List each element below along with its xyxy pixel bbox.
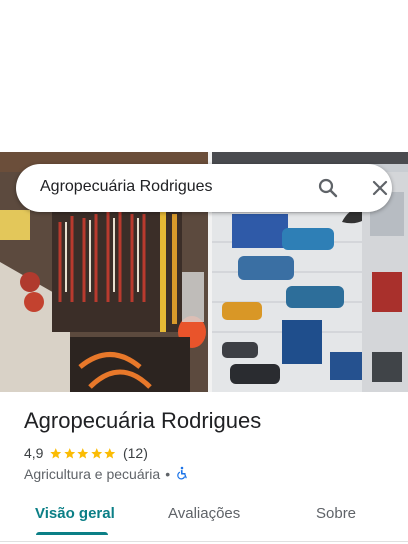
category-row: Agricultura e pecuária •: [24, 465, 189, 483]
search-icon[interactable]: [316, 176, 340, 200]
rating-row[interactable]: 4,9 (12): [24, 444, 148, 462]
star-icon: [77, 447, 89, 458]
close-icon[interactable]: [368, 176, 392, 200]
tab-overview[interactable]: Visão geral: [35, 505, 115, 522]
place-title: Agropecuária Rodrigues: [24, 408, 262, 433]
wheelchair-icon: [175, 466, 189, 483]
star-icon: [64, 447, 76, 458]
star-rating: [49, 447, 117, 460]
separator-dot: •: [165, 466, 171, 482]
active-tab-indicator: [36, 532, 108, 535]
map-blank-area: [0, 0, 408, 152]
tab-reviews[interactable]: Avaliações: [168, 505, 240, 522]
review-count[interactable]: (12): [123, 445, 148, 461]
tab-about[interactable]: Sobre: [316, 505, 356, 522]
star-icon: [50, 447, 62, 458]
rating-value: 4,9: [24, 445, 44, 461]
search-input[interactable]: Agropecuária Rodrigues: [40, 178, 213, 196]
place-category: Agricultura e pecuária: [24, 466, 161, 482]
star-icon: [104, 447, 116, 458]
star-icon: [91, 447, 103, 458]
tabs-bottom-divider: [0, 541, 408, 542]
search-bar[interactable]: Agropecuária Rodrigues: [16, 164, 392, 212]
place-tabs: Visão geral Avaliações Sobre: [0, 494, 408, 540]
